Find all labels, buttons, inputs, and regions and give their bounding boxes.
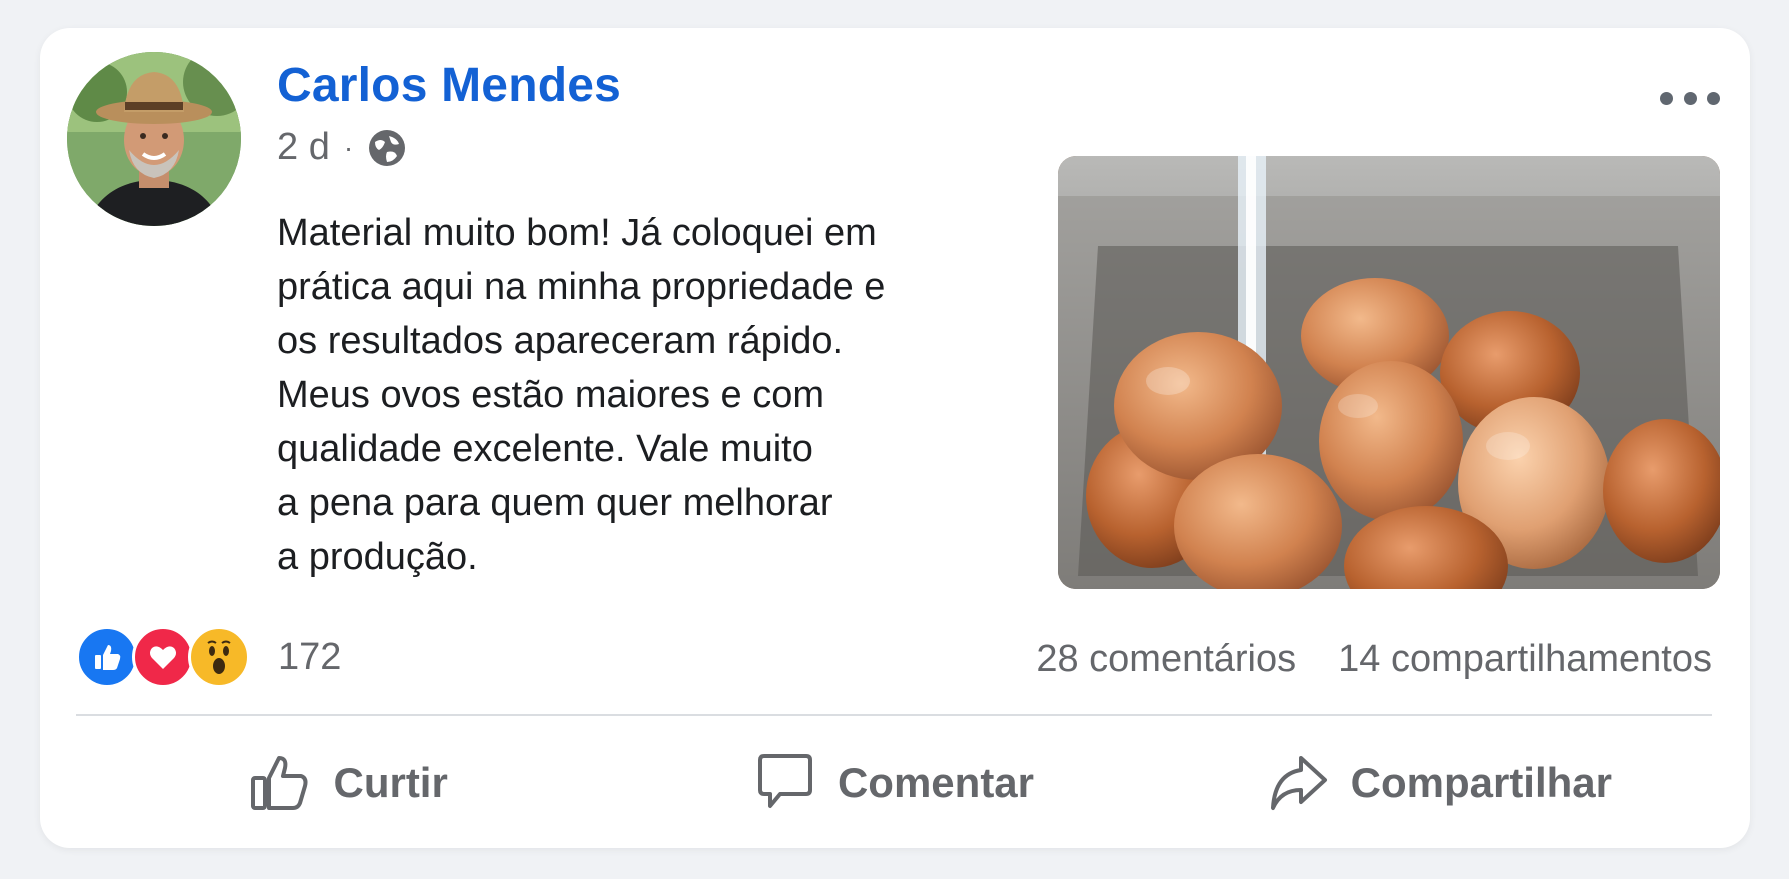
like-button-label: Curtir xyxy=(333,759,448,806)
author-avatar[interactable] xyxy=(67,52,241,226)
divider xyxy=(76,714,1712,716)
comments-count[interactable]: 28 comentários xyxy=(1036,638,1296,681)
like-button[interactable]: Curtir xyxy=(76,728,621,838)
like-icon xyxy=(76,626,138,688)
post-time[interactable]: 2 d xyxy=(277,126,330,169)
post-image[interactable] xyxy=(1058,156,1720,589)
more-dot-icon xyxy=(1660,91,1673,105)
reactions-summary[interactable]: 172 xyxy=(76,626,341,688)
comment-bubble-icon xyxy=(757,754,812,808)
share-button-label: Compartilhar xyxy=(1350,759,1612,806)
shares-count[interactable]: 14 compartilhamentos xyxy=(1338,638,1712,681)
post-actions: Curtir Comentar Compartilhar xyxy=(76,728,1712,838)
author-name[interactable]: Carlos Mendes xyxy=(277,58,621,113)
post-card: Carlos Mendes 2 d · Material muito bom! … xyxy=(40,28,1750,848)
more-dot-icon xyxy=(1707,91,1720,105)
post-stats: 28 comentários 14 compartilhamentos xyxy=(1036,638,1712,681)
comment-button-label: Comentar xyxy=(837,759,1035,806)
share-button[interactable]: Compartilhar xyxy=(1167,728,1712,838)
share-arrow-icon xyxy=(1270,756,1327,810)
meta-separator: · xyxy=(343,131,354,163)
more-options-button[interactable] xyxy=(1660,78,1720,118)
wow-icon xyxy=(188,626,250,688)
reaction-count: 172 xyxy=(278,635,342,678)
post-meta: 2 d · xyxy=(277,126,407,169)
globe-icon xyxy=(367,128,407,168)
love-icon xyxy=(132,626,194,688)
comment-button[interactable]: Comentar xyxy=(621,728,1166,838)
thumbs-up-icon xyxy=(251,756,308,810)
post-text: Material muito bom! Já coloquei em práti… xyxy=(277,212,886,578)
more-dot-icon xyxy=(1683,91,1697,105)
